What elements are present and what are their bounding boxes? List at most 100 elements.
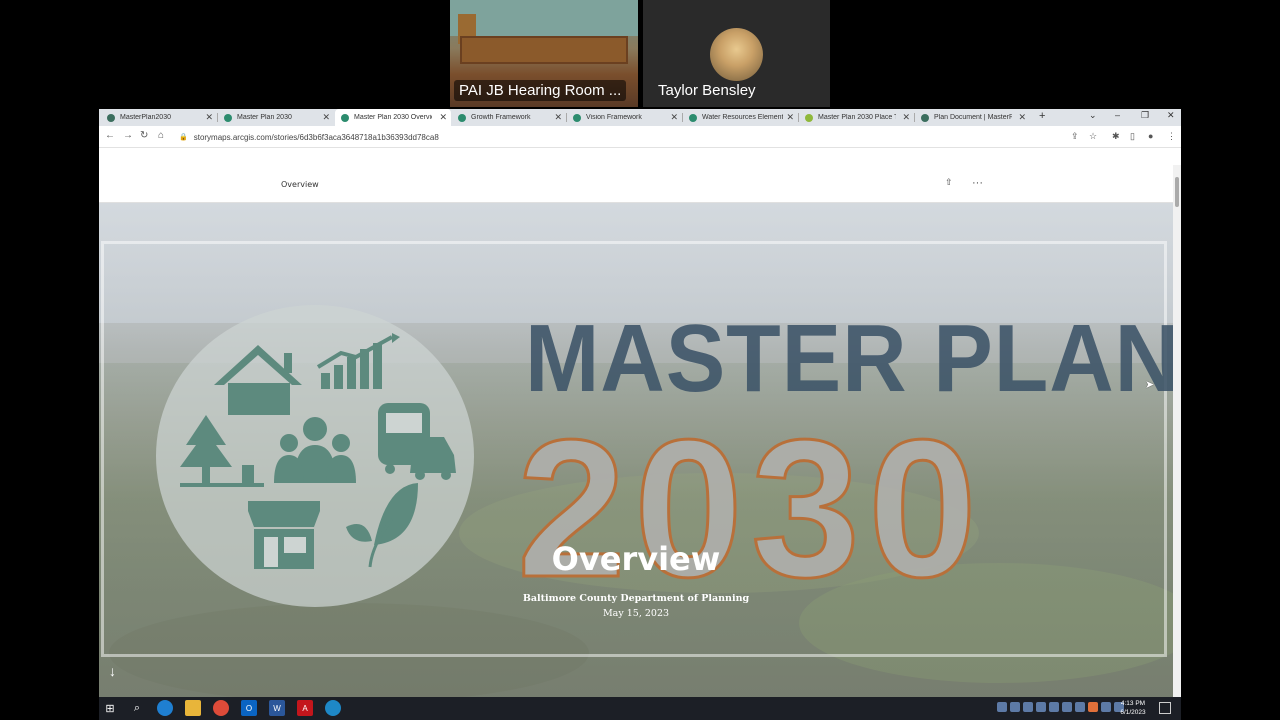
house-icon [214, 345, 302, 415]
tray-icon[interactable] [1049, 702, 1059, 712]
toolbar: ← → ↻ ⌂ 🔒 storymaps.arcgis.com/stories/6… [99, 126, 1181, 148]
tree-icon [180, 415, 264, 487]
home-icon[interactable]: ⌂ [158, 130, 164, 141]
tab-label: MasterPlan2030 [120, 114, 171, 121]
storymaps-favicon-icon [573, 113, 581, 122]
tab-water-resources-element[interactable]: Water Resources Element ✕ [683, 109, 798, 126]
video-tile-hearing-room[interactable]: PAI JB Hearing Room ... [450, 0, 638, 107]
reload-icon[interactable]: ↻ [140, 130, 148, 141]
tab-label: Plan Document | MasterPl [934, 114, 1012, 121]
storymaps-favicon-icon [224, 113, 232, 122]
tab-label: Master Plan 2030 [237, 114, 292, 121]
tray-icon[interactable] [1062, 702, 1072, 712]
growth-chart-icon [316, 333, 400, 389]
tray-icon[interactable] [1036, 702, 1046, 712]
hero-date: May 15, 2023 [602, 608, 670, 619]
new-tab-button[interactable]: + [1039, 110, 1045, 122]
tray-icon[interactable] [1023, 702, 1033, 712]
chrome-icon[interactable] [213, 700, 229, 716]
hero-heading: Overview [99, 540, 1173, 578]
close-icon[interactable]: ✕ [439, 112, 447, 123]
tab-master-plan-2030[interactable]: Master Plan 2030 ✕ [218, 109, 334, 126]
taskbar: ⊞ ⌕ O W A 4:13 PM 6/1/2023 [99, 697, 1181, 720]
profile-icon[interactable]: ● [1148, 131, 1153, 141]
close-window-icon[interactable]: ✕ [1167, 110, 1175, 121]
close-icon[interactable]: ✕ [786, 112, 794, 123]
acrobat-icon[interactable]: A [297, 700, 313, 716]
story-nav-overview[interactable]: Overview [281, 180, 319, 189]
search-icon[interactable]: ⌕ [129, 700, 145, 716]
close-icon[interactable]: ✕ [205, 112, 213, 123]
notification-icon[interactable] [1159, 702, 1171, 714]
tab-label: Master Plan 2030 Place Ty [818, 114, 896, 121]
url-text: storymaps.arcgis.com/stories/6d3b6f3aca3… [193, 132, 439, 142]
mouse-cursor-icon: ➤ [1145, 379, 1155, 391]
address-bar[interactable]: 🔒 storymaps.arcgis.com/stories/6d3b6f3ac… [179, 130, 1059, 144]
tray-icon[interactable] [1088, 702, 1098, 712]
system-clock[interactable]: 4:13 PM 6/1/2023 [1115, 699, 1151, 717]
hero-department: Baltimore County Department of Planning [522, 593, 750, 604]
forward-icon[interactable]: → [123, 130, 133, 141]
windows-start-icon[interactable]: ⊞ [102, 700, 118, 716]
scroll-down-arrow-icon[interactable]: ↓ [109, 663, 116, 679]
side-panel-icon[interactable]: ▯ [1130, 131, 1135, 142]
close-icon[interactable]: ✕ [670, 112, 678, 123]
share-page-icon[interactable]: ⇪ [1071, 131, 1079, 142]
tab-growth-framework[interactable]: Growth Framework ✕ [452, 109, 566, 126]
hero-heading-text: Overview [551, 540, 721, 578]
close-icon[interactable]: ✕ [554, 112, 562, 123]
tab-plan-document[interactable]: Plan Document | MasterPl ✕ [915, 109, 1030, 126]
tray-icon[interactable] [997, 702, 1007, 712]
storymaps-favicon-icon [341, 113, 349, 122]
tab-label: Water Resources Element [702, 114, 784, 121]
tab-place-types[interactable]: Master Plan 2030 Place Ty ✕ [799, 109, 914, 126]
tab-master-plan-2030-overview[interactable]: Master Plan 2030 Overview ✕ [335, 109, 451, 126]
tab-label: Vision Framework [586, 114, 642, 121]
close-icon[interactable]: ✕ [1018, 112, 1026, 123]
tab-label: Growth Framework [471, 114, 531, 121]
menu-kebab-icon[interactable]: ⋮ [1167, 131, 1176, 142]
outlook-icon[interactable]: O [241, 700, 257, 716]
hero-title-master-plan: MASTER PLAN [525, 305, 1173, 412]
scrollbar-thumb[interactable] [1175, 177, 1179, 207]
webex-icon[interactable] [325, 700, 341, 716]
minimize-icon[interactable]: – [1115, 110, 1120, 120]
tab-label: Master Plan 2030 Overview [354, 114, 432, 121]
page-scrollbar[interactable] [1173, 165, 1181, 697]
participant-name: Taylor Bensley [658, 82, 756, 99]
avatar [710, 28, 763, 81]
site-favicon-icon [805, 113, 813, 122]
storymaps-favicon-icon [689, 113, 697, 122]
file-explorer-icon[interactable] [185, 700, 201, 716]
bookmark-star-icon[interactable]: ☆ [1089, 131, 1097, 142]
room-wall [450, 0, 638, 36]
tab-search-icon[interactable]: ⌄ [1089, 110, 1097, 121]
storymaps-favicon-icon [458, 113, 466, 122]
share-icon[interactable]: ⇧ [945, 177, 953, 188]
site-favicon-icon [921, 113, 929, 122]
clock-date: 6/1/2023 [1120, 709, 1146, 716]
video-tile-participant[interactable]: Taylor Bensley [643, 0, 830, 107]
community-icon [274, 417, 356, 483]
lock-icon: 🔒 [179, 134, 188, 141]
extensions-icon[interactable]: ✱ [1112, 131, 1120, 142]
more-icon[interactable]: ··· [972, 177, 983, 189]
network-icon[interactable] [1101, 702, 1111, 712]
system-tray [997, 702, 1124, 716]
tab-masterplan2030[interactable]: MasterPlan2030 ✕ [101, 109, 217, 126]
close-icon[interactable]: ✕ [902, 112, 910, 123]
participant-name: PAI JB Hearing Room ... [454, 80, 627, 101]
tab-vision-framework[interactable]: Vision Framework ✕ [567, 109, 682, 126]
close-icon[interactable]: ✕ [322, 112, 330, 123]
restore-icon[interactable]: ❐ [1141, 110, 1149, 121]
edge-icon[interactable] [157, 700, 173, 716]
room-bench [460, 36, 628, 64]
site-favicon-icon [107, 113, 115, 122]
clock-time: 4:13 PM [1120, 700, 1146, 707]
hero-cover: MASTER PLAN 2030 Overview Baltimore Coun… [99, 203, 1173, 697]
word-icon[interactable]: W [269, 700, 285, 716]
back-icon[interactable]: ← [105, 130, 115, 141]
tray-icon[interactable] [1075, 702, 1085, 712]
tray-icon[interactable] [1010, 702, 1020, 712]
browser-window: MasterPlan2030 ✕ Master Plan 2030 ✕ Mast… [99, 109, 1181, 697]
